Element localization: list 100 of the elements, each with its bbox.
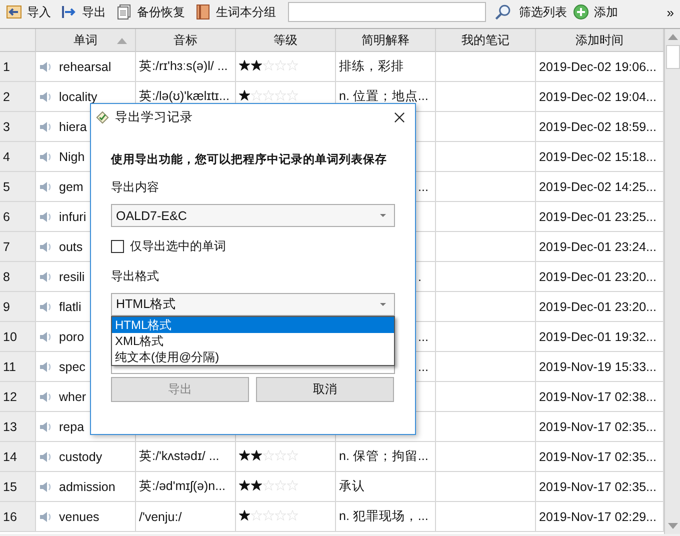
table-cell: /'venju:/ [136,502,236,532]
row-number: 16 [0,502,36,532]
plus-icon [573,4,589,20]
word-text: infuri [59,210,86,224]
description-text: 使用导出功能，您可以把程序中记录的单词列表保存 [111,152,388,167]
document-icon [116,4,132,20]
column-header[interactable]: 添加时间 [536,29,664,52]
word-text: spec [59,360,86,374]
word-text: wher [59,390,86,404]
star-icon [263,60,274,70]
dropdown-option[interactable]: HTML格式 [112,317,394,333]
row-number: 14 [0,442,36,472]
toolbar-button[interactable]: 备份恢复 [114,1,191,23]
word-text: Nigh [59,150,85,164]
field-label: 导出内容 [111,179,160,196]
star-icon [263,480,274,490]
speaker-icon[interactable] [39,510,53,524]
search-icon[interactable] [494,4,511,20]
book-icon [195,4,211,20]
star-icon [287,480,298,490]
star-icon [251,510,262,520]
star-icon [239,450,250,460]
scroll-up-icon[interactable] [668,34,678,40]
star-icon [275,480,286,490]
checkbox-option[interactable]: 仅导出选中的单词 [111,238,395,255]
speaker-icon[interactable] [39,420,53,434]
table-cell: 排练，彩排 [336,52,436,82]
search-field[interactable] [288,2,486,22]
word-text: hiera [59,120,87,134]
column-header[interactable]: 简明解释 [336,29,436,52]
table-cell: 英:/rɪ'hɜːs(ə)l/ ... [136,52,236,82]
table-cell: 承认 [336,472,436,502]
toolbar-button[interactable]: 导出 [59,1,112,23]
row-number: 10 [0,322,36,352]
speaker-icon[interactable] [39,150,53,164]
row-number: 5 [0,172,36,202]
speaker-icon[interactable] [39,240,53,254]
speaker-icon[interactable] [39,450,53,464]
column-header[interactable]: 音标 [136,29,236,52]
star-icon [287,90,298,100]
star-icon [275,510,286,520]
caret-icon [380,214,386,217]
word-text: outs [59,240,83,254]
star-icon [239,60,250,70]
scrollbar-thumb[interactable] [666,45,680,69]
checkmark-icon [95,110,110,124]
speaker-icon[interactable] [39,60,53,74]
star-icon [263,510,274,520]
word-text: flatli [59,300,82,314]
speaker-icon[interactable] [39,360,53,374]
speaker-icon[interactable] [39,390,53,404]
star-icon [287,60,298,70]
star-icon [239,90,250,100]
star-icon [275,90,286,100]
more-button[interactable]: » [666,4,674,20]
star-icon [275,450,286,460]
export-icon [61,4,77,20]
sort-icon [117,38,127,44]
table-cell: 英:/əd'mɪʃ(ə)n... [136,472,236,502]
star-icon [263,90,274,100]
table-cell: 英:/'kʌstədɪ/ ... [136,442,236,472]
row-number: 15 [0,472,36,502]
checkbox[interactable] [111,240,124,253]
speaker-icon[interactable] [39,330,53,344]
speaker-icon[interactable] [39,270,53,284]
speaker-icon[interactable] [39,90,53,104]
word-text: repa [59,420,84,434]
word-text: poro [59,330,84,344]
word-text: admission [59,480,116,494]
filter-list-button[interactable]: 筛选列表 [519,4,567,20]
speaker-icon[interactable] [39,180,53,194]
close-icon[interactable] [394,112,405,122]
column-header[interactable]: 等级 [236,29,336,52]
add-button[interactable]: 添加 [571,1,624,23]
toolbar-button[interactable]: 生词本分组 [193,1,282,23]
toolbar-button[interactable]: 导入 [4,1,57,23]
row-number: 7 [0,232,36,262]
table-cell: n. 犯罪现场，... [336,502,436,532]
star-icon [251,450,262,460]
format-dropdown[interactable]: HTML格式 [111,293,395,316]
row-number: 8 [0,262,36,292]
column-header[interactable]: 单词 [36,29,136,52]
column-title: 单词 [74,32,98,48]
speaker-icon[interactable] [39,300,53,314]
speaker-icon[interactable] [39,120,53,134]
dialog-button[interactable]: 取消 [256,377,394,402]
scrollbar[interactable] [664,29,680,534]
row-number: 12 [0,382,36,412]
star-icon [251,90,262,100]
column-header[interactable]: 我的笔记 [436,29,536,52]
word-text: locality [59,90,98,104]
scroll-down-icon[interactable] [668,523,678,529]
star-icon [239,480,250,490]
word-text: custody [59,450,102,464]
content-dropdown[interactable]: OALD7-E&C [111,204,395,227]
speaker-icon[interactable] [39,480,53,494]
word-text: gem [59,180,84,194]
star-icon [251,60,262,70]
speaker-icon[interactable] [39,210,53,224]
row-number: 13 [0,412,36,442]
